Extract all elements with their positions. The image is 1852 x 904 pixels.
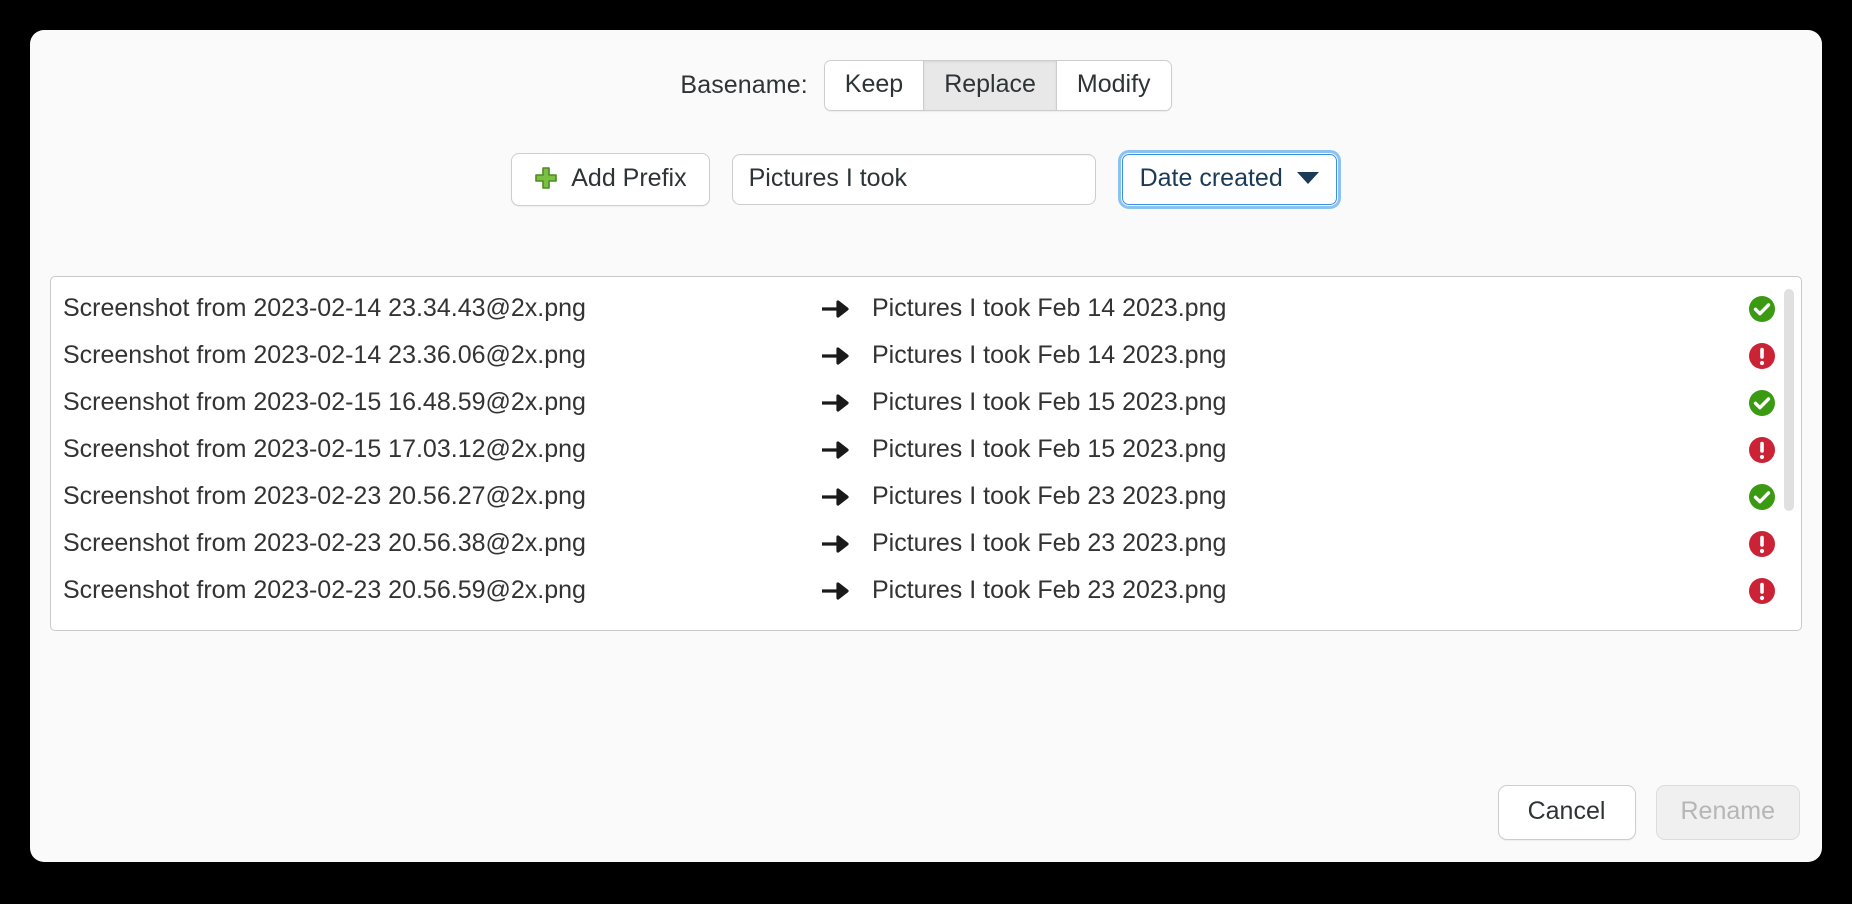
- arrow-right-icon: [821, 580, 851, 602]
- chevron-down-icon: [1296, 172, 1319, 185]
- error-circle-icon: [1748, 530, 1776, 558]
- old-file-name: Screenshot from 2023-02-23 20.56.27@2x.p…: [63, 482, 586, 510]
- old-file-name: Screenshot from 2023-02-23 20.56.59@2x.p…: [63, 576, 586, 604]
- list-scrollbar-track[interactable]: [1784, 281, 1798, 628]
- basename-option-replace[interactable]: Replace: [924, 61, 1057, 110]
- prefix-text-input[interactable]: [731, 153, 1096, 205]
- date-created-dropdown-label: Date created: [1139, 164, 1283, 192]
- date-created-dropdown-focus-ring: Date created: [1117, 150, 1341, 209]
- rename-preview-list: Screenshot from 2023-02-14 23.34.43@2x.p…: [50, 276, 1802, 631]
- arrow-cell: [808, 298, 863, 320]
- old-file-name: Screenshot from 2023-02-15 16.48.59@2x.p…: [63, 388, 586, 416]
- prefix-row: Add Prefix Date created: [30, 150, 1822, 209]
- check-circle-icon: [1748, 483, 1776, 511]
- new-file-name: Pictures I took Feb 15 2023.png: [872, 388, 1227, 416]
- old-file-name: Screenshot from 2023-02-15 17.03.12@2x.p…: [63, 435, 586, 463]
- table-row[interactable]: Screenshot from 2023-02-14 23.36.06@2x.p…: [51, 332, 1801, 379]
- error-circle-icon: [1748, 342, 1776, 370]
- arrow-right-icon: [821, 392, 851, 414]
- check-circle-icon: [1748, 295, 1776, 323]
- new-file-name: Pictures I took Feb 14 2023.png: [872, 341, 1227, 369]
- basename-option-modify[interactable]: Modify: [1056, 61, 1171, 110]
- new-file-name: Pictures I took Feb 23 2023.png: [872, 529, 1227, 557]
- arrow-cell: [808, 439, 863, 461]
- new-file-name: Pictures I took Feb 15 2023.png: [872, 435, 1227, 463]
- table-row[interactable]: Screenshot from 2023-02-15 16.48.59@2x.p…: [51, 379, 1801, 426]
- check-circle-icon: [1748, 389, 1776, 417]
- arrow-right-icon: [821, 533, 851, 555]
- date-created-dropdown[interactable]: Date created: [1121, 154, 1337, 205]
- table-row[interactable]: Screenshot from 2023-02-23 20.56.59@2x.p…: [51, 567, 1801, 614]
- arrow-right-icon: [821, 486, 851, 508]
- table-row[interactable]: Screenshot from 2023-02-23 20.56.38@2x.p…: [51, 520, 1801, 567]
- new-file-name: Pictures I took Feb 23 2023.png: [872, 482, 1227, 510]
- new-file-name: Pictures I took Feb 23 2023.png: [872, 576, 1227, 604]
- error-circle-icon: [1748, 577, 1776, 605]
- new-file-name: Pictures I took Feb 14 2023.png: [872, 294, 1227, 322]
- arrow-cell: [808, 533, 863, 555]
- add-prefix-label: Add Prefix: [571, 164, 687, 192]
- error-circle-icon: [1748, 436, 1776, 464]
- rename-button[interactable]: Rename: [1655, 785, 1800, 840]
- old-file-name: Screenshot from 2023-02-14 23.34.43@2x.p…: [63, 294, 586, 322]
- arrow-cell: [808, 392, 863, 414]
- basename-option-keep[interactable]: Keep: [824, 61, 925, 110]
- add-prefix-button[interactable]: Add Prefix: [511, 153, 710, 206]
- arrow-cell: [808, 580, 863, 602]
- plus-icon: [534, 166, 558, 190]
- table-row[interactable]: Screenshot from 2023-02-14 23.34.43@2x.p…: [51, 285, 1801, 332]
- basename-row: Basename: Keep Replace Modify: [30, 60, 1822, 111]
- basename-mode-segmented-control[interactable]: Keep Replace Modify: [823, 60, 1172, 111]
- bulk-rename-dialog: Basename: Keep Replace Modify Add Prefix…: [30, 30, 1822, 862]
- rename-preview-rows: Screenshot from 2023-02-14 23.34.43@2x.p…: [51, 285, 1801, 614]
- arrow-right-icon: [821, 298, 851, 320]
- old-file-name: Screenshot from 2023-02-14 23.36.06@2x.p…: [63, 341, 586, 369]
- table-row[interactable]: Screenshot from 2023-02-23 20.56.27@2x.p…: [51, 473, 1801, 520]
- arrow-right-icon: [821, 345, 851, 367]
- rename-preview-list-inner: Screenshot from 2023-02-14 23.34.43@2x.p…: [51, 277, 1801, 630]
- table-row[interactable]: Screenshot from 2023-02-15 17.03.12@2x.p…: [51, 426, 1801, 473]
- arrow-cell: [808, 345, 863, 367]
- dialog-footer: Cancel Rename: [1497, 785, 1800, 840]
- arrow-right-icon: [821, 439, 851, 461]
- arrow-cell: [808, 486, 863, 508]
- old-file-name: Screenshot from 2023-02-23 20.56.38@2x.p…: [63, 529, 586, 557]
- cancel-button[interactable]: Cancel: [1497, 785, 1636, 840]
- list-scrollbar-thumb[interactable]: [1784, 289, 1794, 511]
- basename-label: Basename:: [680, 70, 808, 99]
